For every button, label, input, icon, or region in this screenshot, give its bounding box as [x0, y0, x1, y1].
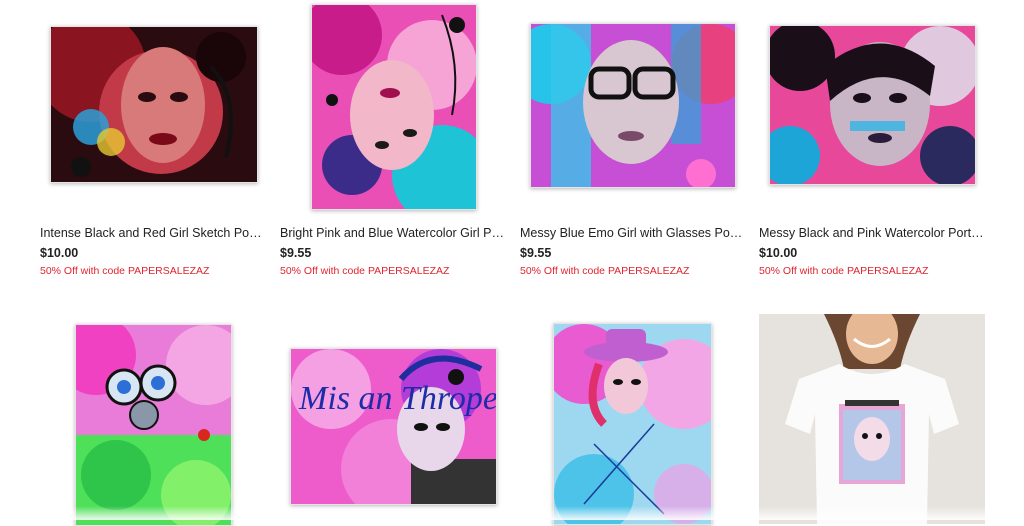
- product-image-blue-emo-glasses[interactable]: [530, 23, 736, 188]
- product-card-1[interactable]: Intense Black and Red Girl Sketch Poster…: [40, 7, 266, 282]
- product-card-7[interactable]: [520, 322, 746, 525]
- product-image-intense-red-girl[interactable]: [50, 26, 258, 183]
- product-card-8[interactable]: [759, 314, 985, 524]
- promo-text: 50% Off with code PAPERSALEZAZ: [280, 265, 450, 277]
- product-card-6[interactable]: Mis an Thrope!: [280, 322, 506, 520]
- promo-text: 50% Off with code PAPERSALEZAZ: [40, 265, 210, 277]
- product-image-pink-hat-girl[interactable]: [553, 323, 712, 525]
- product-image-white-tshirt[interactable]: [759, 314, 985, 524]
- product-title[interactable]: Bright Pink and Blue Watercolor Girl Pos…: [280, 226, 506, 240]
- product-image-black-pink-portrait[interactable]: [769, 25, 976, 185]
- product-price: $9.55: [280, 246, 312, 260]
- product-card-4[interactable]: Messy Black and Pink Watercolor Portrait…: [759, 7, 985, 282]
- product-title[interactable]: Messy Black and Pink Watercolor Portrait…: [759, 226, 985, 240]
- product-price: $10.00: [759, 246, 798, 260]
- product-image-gas-mask-girl[interactable]: [75, 324, 232, 526]
- product-card-5[interactable]: [40, 322, 266, 526]
- product-image-misanthrope[interactable]: Mis an Thrope!: [290, 348, 497, 505]
- poster-handwriting-1: Mis an Thrope!: [298, 380, 496, 417]
- product-title[interactable]: Messy Blue Emo Girl with Glasses Poster: [520, 226, 746, 240]
- product-title[interactable]: Intense Black and Red Girl Sketch Poster: [40, 226, 266, 240]
- promo-text: 50% Off with code PAPERSALEZAZ: [520, 265, 690, 277]
- product-card-3[interactable]: Messy Blue Emo Girl with Glasses Poster …: [520, 7, 746, 282]
- promo-text: 50% Off with code PAPERSALEZAZ: [759, 265, 929, 277]
- bottom-fade: [0, 506, 1024, 520]
- product-image-pink-blue-girl[interactable]: [311, 4, 477, 210]
- product-price: $9.55: [520, 246, 552, 260]
- product-price: $10.00: [40, 246, 79, 260]
- product-card-2[interactable]: Bright Pink and Blue Watercolor Girl Pos…: [280, 4, 506, 282]
